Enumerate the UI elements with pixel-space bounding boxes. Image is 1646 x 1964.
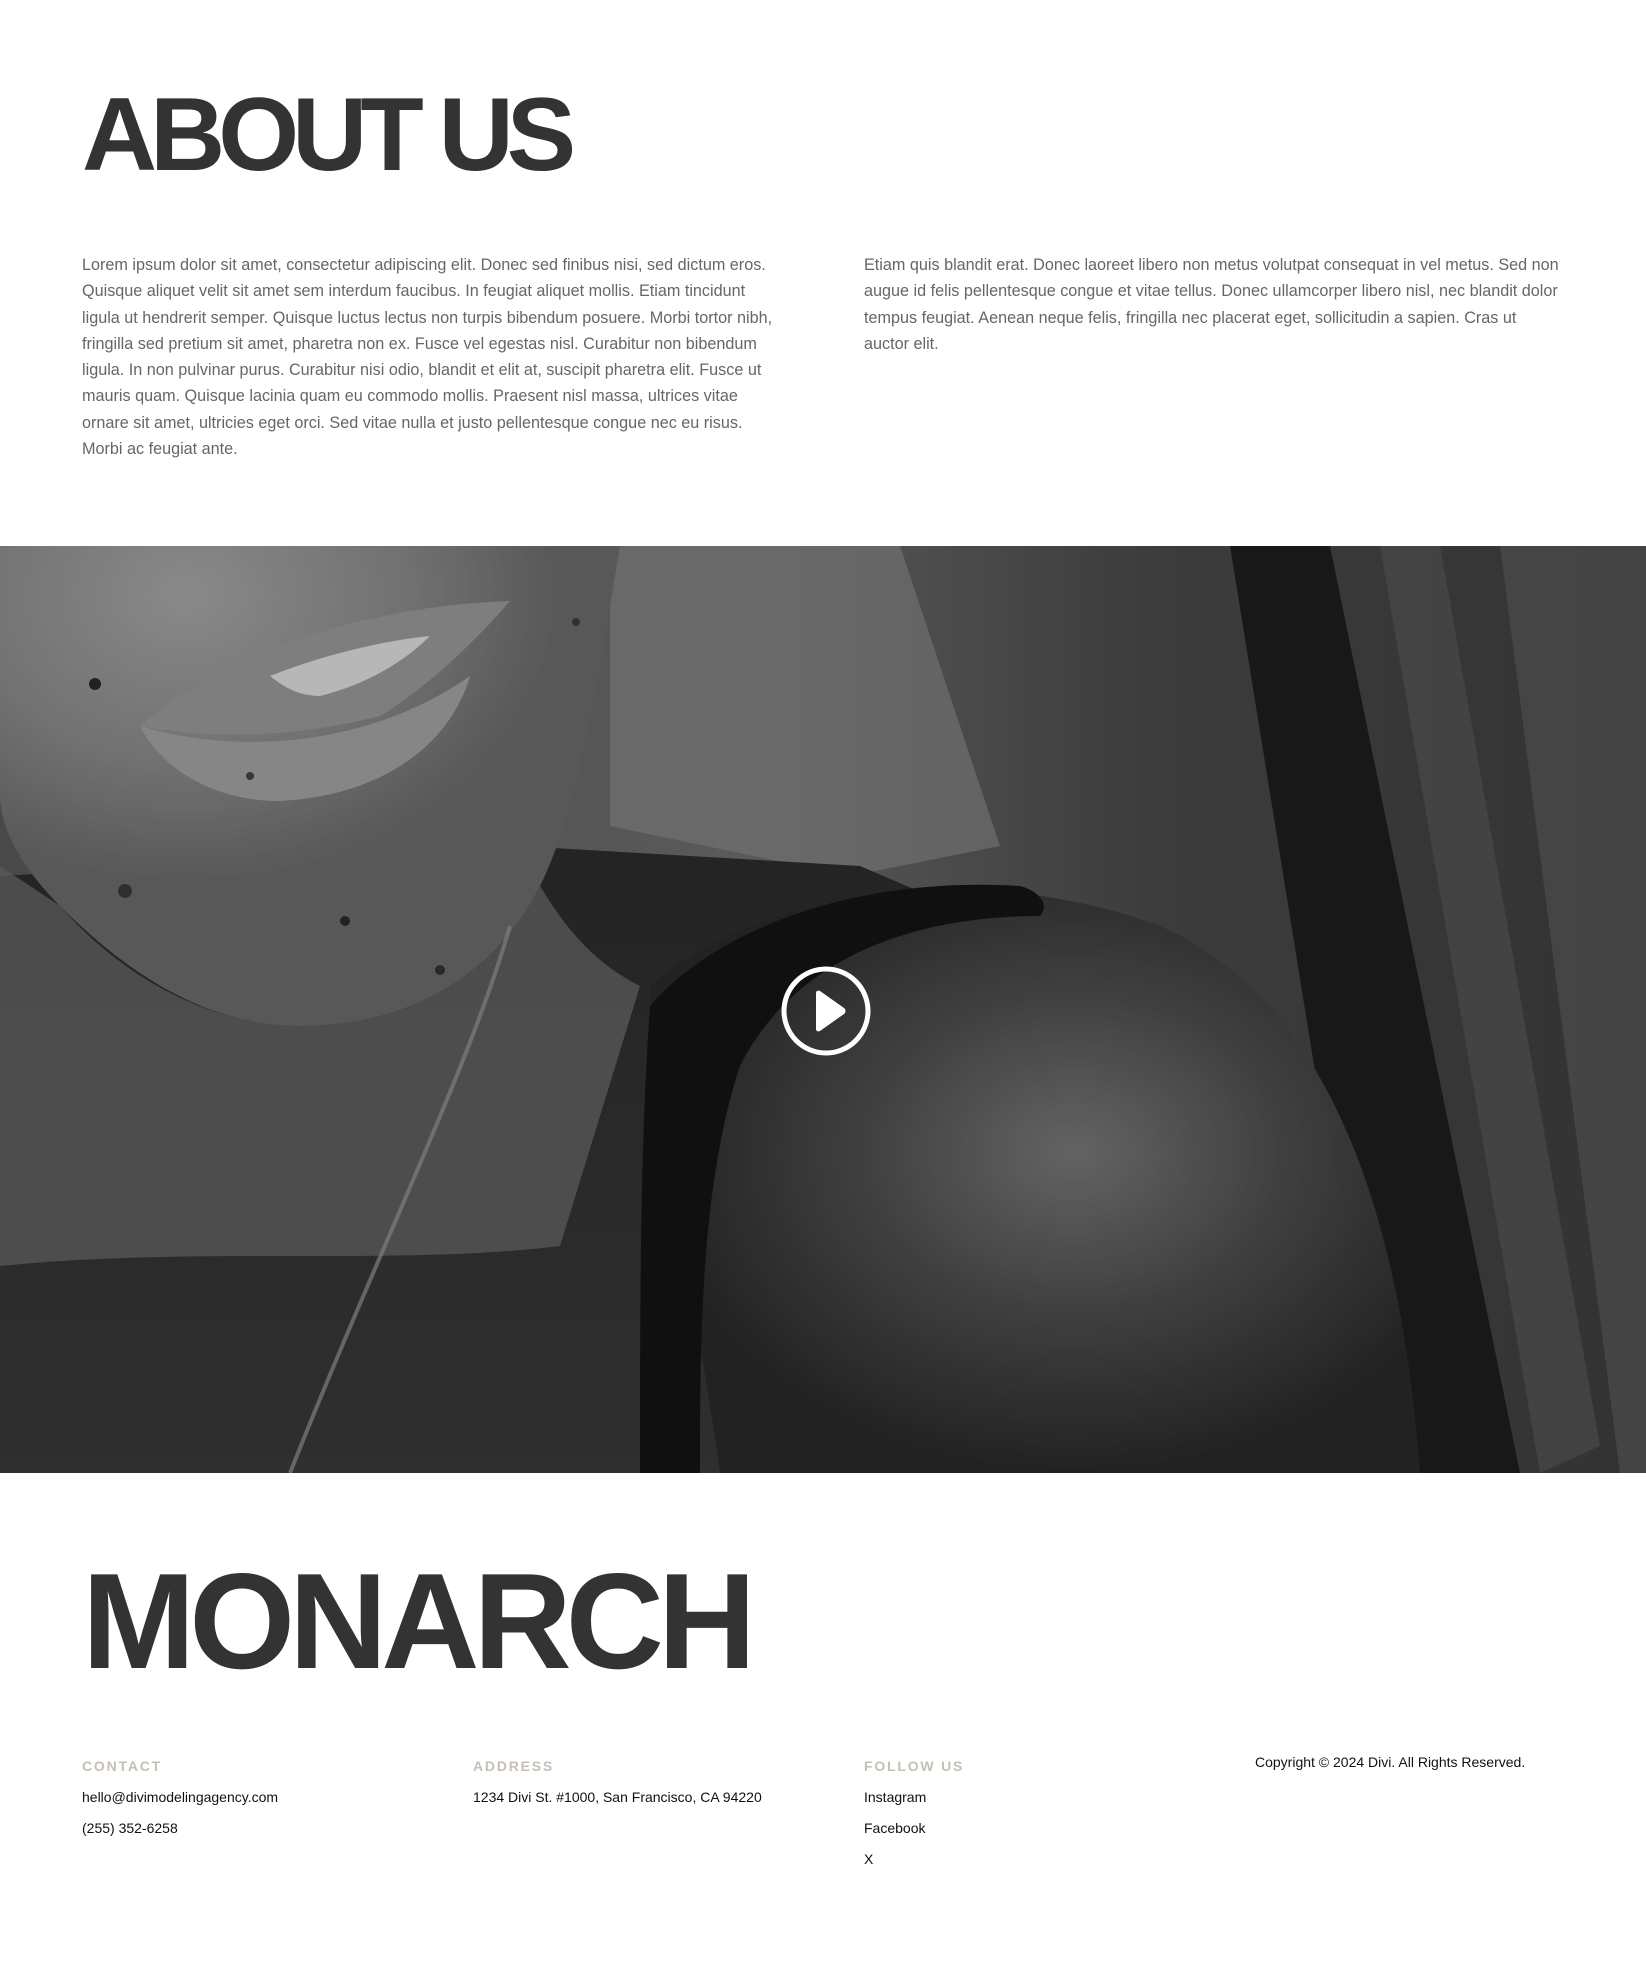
social-link-facebook[interactable]: Facebook	[864, 1819, 1224, 1838]
contact-phone-link[interactable]: (255) 352-6258	[82, 1819, 442, 1838]
footer-follow: FOLLOW US Instagram Facebook X	[864, 1756, 1224, 1881]
footer-contact: CONTACT hello@divimodelingagency.com (25…	[82, 1756, 442, 1850]
about-left-paragraph: Lorem ipsum dolor sit amet, consectetur …	[82, 256, 773, 459]
footer-address-heading: ADDRESS	[473, 1758, 555, 1774]
footer-copyright: Copyright © 2024 Divi. All Rights Reserv…	[1255, 1754, 1595, 1772]
about-right-paragraph: Etiam quis blandit erat. Donec laoreet l…	[864, 256, 1559, 353]
footer-contact-heading: CONTACT	[82, 1758, 162, 1774]
address-line: 1234 Divi St. #1000, San Francisco, CA 9…	[473, 1789, 762, 1805]
footer-follow-heading: FOLLOW US	[864, 1758, 965, 1774]
copyright-text: Copyright © 2024 Divi. All Rights Reserv…	[1255, 1754, 1526, 1770]
play-circle-icon[interactable]	[780, 965, 872, 1057]
social-link-instagram[interactable]: Instagram	[864, 1788, 1224, 1807]
brand-logo-text: MONARCH	[82, 1545, 756, 1697]
social-link-x[interactable]: X	[864, 1850, 1224, 1869]
contact-email-link[interactable]: hello@divimodelingagency.com	[82, 1788, 442, 1807]
footer-address: ADDRESS 1234 Divi St. #1000, San Francis…	[473, 1756, 853, 1819]
page: ABOUT US Lorem ipsum dolor sit amet, con…	[0, 0, 1646, 1964]
about-title: ABOUT US	[82, 77, 576, 193]
